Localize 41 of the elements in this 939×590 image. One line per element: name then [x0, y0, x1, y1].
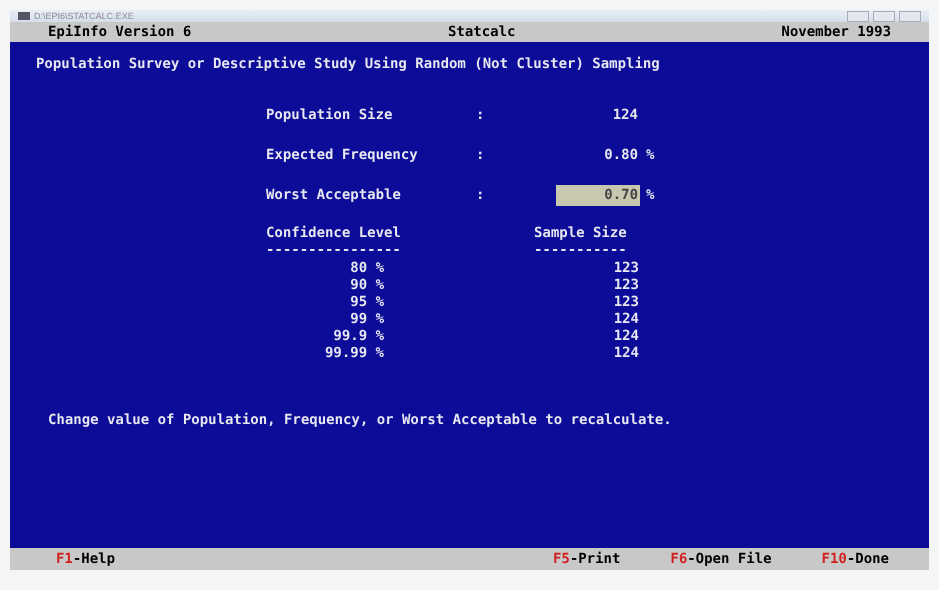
- hint-text: Change value of Population, Frequency, or Worst Acceptable to recalculate.: [48, 411, 673, 430]
- minimize-button[interactable]: [847, 10, 869, 22]
- table-cell-text: 123: [612, 260, 639, 277]
- separator: :: [476, 106, 486, 124]
- function-key[interactable]: F6-Open File: [670, 548, 772, 570]
- field-label: Population Size: [266, 106, 394, 124]
- unit-label: %: [646, 186, 654, 204]
- date-label: November 1993: [781, 22, 891, 42]
- separator: :: [476, 146, 486, 164]
- table-cell-text: 124: [612, 345, 639, 362]
- table-cell-text: 99.99 %: [324, 345, 384, 362]
- table-cell-text: 124: [612, 311, 639, 328]
- field-value[interactable]: 0.80: [556, 144, 640, 166]
- function-key[interactable]: F10-Done: [822, 548, 889, 570]
- window-title: D:\EPI6\STATCALC.EXE: [34, 12, 134, 20]
- field-value[interactable]: 124: [556, 104, 640, 126]
- table-cell-text: 99.9 %: [332, 328, 384, 345]
- maximize-button[interactable]: [873, 10, 895, 22]
- program-name: Statcalc: [447, 22, 516, 42]
- table-cell-text: 123: [612, 277, 639, 294]
- table-cell-text: 95 %: [349, 294, 384, 311]
- field-label: Worst Acceptable: [266, 186, 402, 204]
- table-cell-text: 123: [612, 294, 639, 311]
- field-value[interactable]: 0.70: [556, 184, 640, 206]
- field-label: Expected Frequency: [266, 146, 419, 164]
- function-key[interactable]: F5-Print: [552, 548, 620, 570]
- screen-heading: Population Survey or Descriptive Study Using Random (Not Cluster) Sampling: [36, 55, 661, 74]
- column-header: Confidence Level: [266, 224, 402, 243]
- column-header: Sample Size: [534, 224, 627, 243]
- table-cell-text: 124: [612, 328, 639, 345]
- table-cell-text: 90 %: [349, 277, 384, 294]
- function-key[interactable]: F1-Help: [56, 548, 116, 570]
- close-button[interactable]: [899, 10, 921, 22]
- app-icon: [18, 12, 30, 20]
- version-label: EpiInfo Version 6: [48, 22, 192, 42]
- header-rule: ----------------: [266, 244, 402, 256]
- header-rule: -----------: [534, 244, 627, 256]
- unit-label: %: [646, 146, 654, 164]
- separator: :: [476, 186, 486, 204]
- table-cell-text: 80 %: [349, 260, 384, 277]
- table-cell-text: 99 %: [349, 311, 384, 328]
